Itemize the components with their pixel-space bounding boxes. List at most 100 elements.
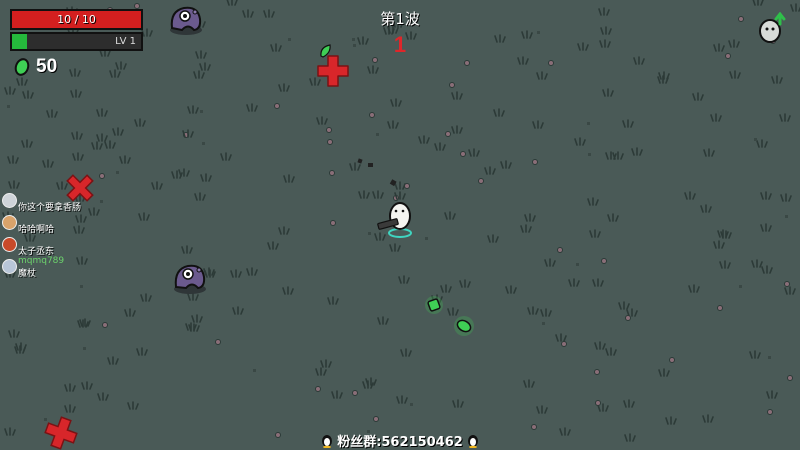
grass-tuft (771, 75, 783, 84)
mushroom-pebble (326, 127, 332, 133)
grass-tuft (624, 433, 636, 442)
grass-tuft (16, 77, 28, 86)
grass-tuft (194, 192, 206, 201)
mushroom-pebble (372, 57, 378, 63)
grass-tuft (760, 191, 772, 200)
health-bar: 10 / 10 (10, 9, 143, 30)
grass-tuft (520, 224, 532, 233)
grass-tuft (524, 213, 536, 222)
grass-tuft (523, 379, 535, 388)
grass-tuft (278, 83, 290, 92)
ground-speck (576, 263, 579, 266)
ground-speck (376, 133, 379, 136)
grass-tuft (389, 243, 401, 252)
grass-tuft (532, 120, 544, 129)
experience-bar: LV 1 (10, 32, 143, 51)
mushroom-pebble (767, 409, 773, 415)
mushroom-pebble (102, 322, 108, 328)
grass-tuft (21, 139, 33, 148)
ground-speck (410, 403, 413, 406)
grass-tuft (230, 269, 242, 278)
grass-tuft (633, 56, 645, 65)
grass-tuft (749, 350, 761, 359)
grass-tuft (505, 285, 517, 294)
grass-tuft (193, 70, 205, 79)
mushroom-pebble (532, 159, 538, 165)
grass-tuft (199, 62, 211, 71)
grass-tuft (72, 152, 84, 161)
mushroom-pebble (601, 258, 607, 264)
grass-tuft (418, 135, 430, 144)
grass-tuft (665, 416, 677, 425)
ground-speck (587, 122, 590, 125)
grass-tuft (96, 108, 108, 117)
grass-tuft (559, 427, 571, 436)
mushroom-pebble (215, 339, 221, 345)
materials-counter: 50 (14, 56, 57, 78)
grass-tuft (107, 356, 119, 365)
grass-tuft (42, 159, 54, 168)
grass-tuft (151, 181, 163, 190)
ground-speck (288, 38, 291, 41)
grass-tuft (684, 191, 696, 200)
grass-tuft (109, 69, 121, 78)
grass-tuft (70, 89, 82, 98)
grass-tuft (626, 308, 638, 317)
grass-tuft (713, 43, 725, 52)
grass-tuft (434, 142, 446, 151)
ground-speck (368, 232, 371, 235)
grass-tuft (760, 223, 772, 232)
mushroom-pebble (464, 60, 470, 66)
grass-tuft (447, 307, 459, 316)
grass-tuft (220, 152, 232, 161)
mushroom-pebble (594, 369, 600, 375)
ground-speck (739, 285, 742, 288)
grass-tuft (367, 65, 379, 74)
game-arena: 10 / 10 LV 1 50 第1波 1 你这个要拿香肠 哈哈啊哈 太子丞东 mqm… (0, 0, 800, 450)
grass-tuft (751, 259, 763, 268)
mushroom-pebble (449, 82, 455, 88)
grass-tuft (97, 392, 109, 401)
mushroom-pebble (327, 139, 333, 145)
grass-tuft (115, 61, 127, 70)
grass-tuft (226, 0, 238, 6)
wave-timer: 1 (393, 32, 407, 57)
grass-tuft (81, 381, 93, 390)
grass-tuft (729, 70, 741, 79)
grass-tuft (7, 155, 19, 164)
experience-bar-fill (12, 34, 28, 49)
grass-tuft (327, 296, 339, 305)
ground-speck (768, 356, 771, 359)
ground-speck (588, 153, 591, 156)
grass-tuft (316, 116, 328, 125)
grass-tuft (141, 28, 153, 37)
grass-tuft (600, 26, 612, 35)
grass-tuft (779, 113, 791, 122)
grass-tuft (270, 43, 282, 52)
grass-tuft (398, 275, 410, 284)
grass-tuft (568, 278, 580, 287)
mushroom-pebble (373, 416, 379, 422)
chat-entry: 哈哈啊哈 (0, 212, 120, 235)
grass-tuft (8, 180, 20, 189)
grass-tuft (444, 211, 456, 220)
grass-tuft (46, 109, 58, 118)
penguin-icon (467, 435, 478, 448)
grass-tuft (536, 405, 548, 414)
egg-levelup-icon (759, 12, 786, 43)
chat-avatar (2, 193, 17, 208)
grass-tuft (77, 319, 89, 328)
chat-entry: 太子丞东 (0, 234, 120, 257)
grass-tuft (182, 129, 194, 138)
grass-tuft (134, 118, 146, 127)
grass-tuft (69, 68, 81, 77)
mushroom-pebble (548, 60, 554, 66)
grass-tuft (267, 241, 279, 250)
grass-tuft (493, 108, 505, 117)
grass-tuft (451, 125, 463, 134)
grass-tuft (500, 160, 512, 169)
chat-username: mqmq789 (18, 256, 65, 266)
grass-tuft (331, 390, 343, 399)
grass-tuft (232, 306, 244, 315)
mushroom-pebble (445, 131, 451, 137)
